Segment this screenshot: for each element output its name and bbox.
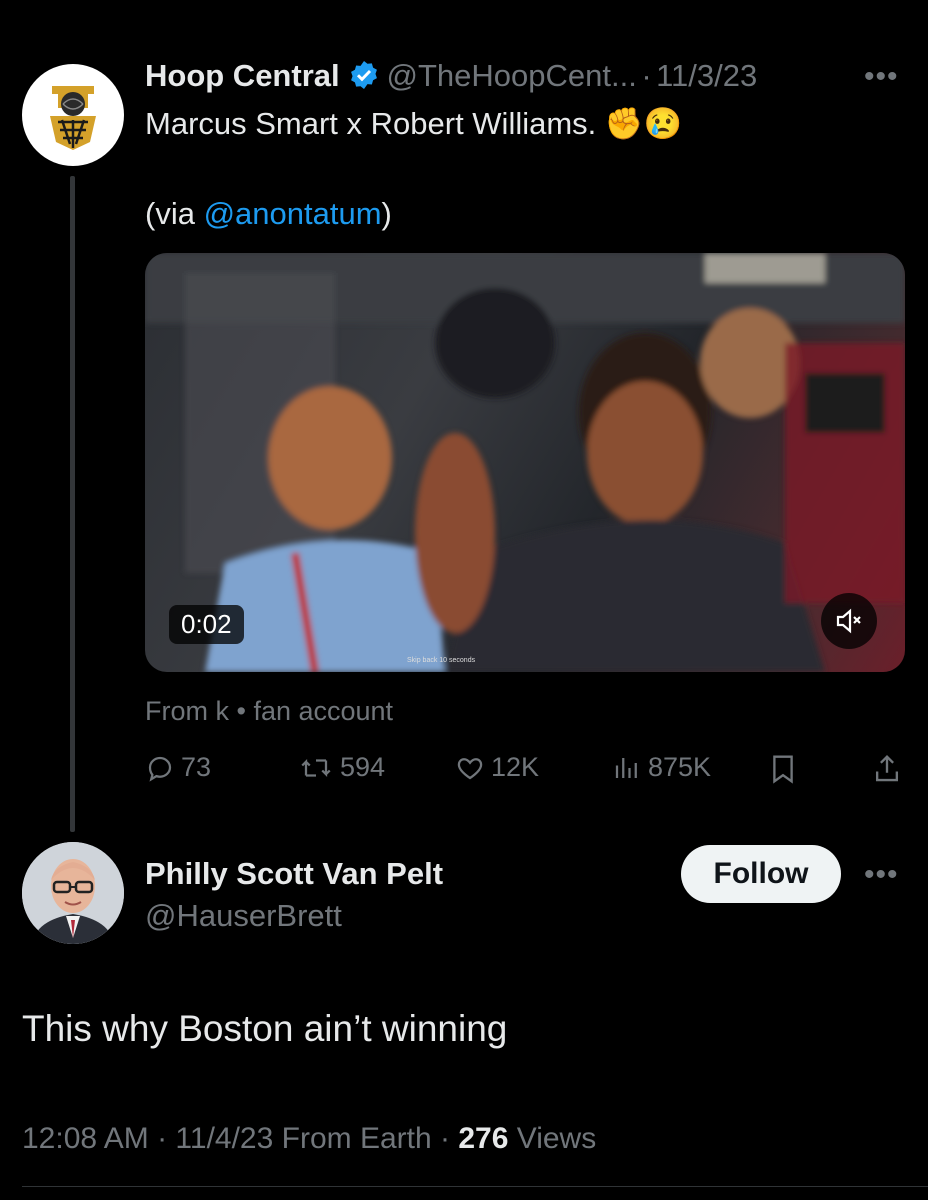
reply-views-label: Views xyxy=(508,1122,597,1155)
video-duration: 0:02 xyxy=(181,609,232,639)
reply-time[interactable]: 12:08 AM xyxy=(22,1122,149,1155)
more-options-icon[interactable]: ••• xyxy=(864,60,899,94)
share-button[interactable] xyxy=(872,753,902,790)
mute-button[interactable] xyxy=(821,593,877,649)
header-separator: · xyxy=(641,58,652,93)
reply-count: 73 xyxy=(181,752,212,782)
speaker-muted-icon xyxy=(836,608,861,634)
video-player[interactable]: 0:02 Skip back 10 seconds xyxy=(145,253,905,672)
heart-icon xyxy=(457,757,483,779)
share-icon xyxy=(875,755,899,782)
tweet-date[interactable]: 11/3/23 xyxy=(656,58,757,93)
views-count: 875K xyxy=(648,752,712,782)
reply-more-options-icon[interactable]: ••• xyxy=(864,858,899,892)
via-mention-link[interactable]: @anontatum xyxy=(204,196,382,231)
reply-author-handle[interactable]: @HauserBrett xyxy=(145,898,342,934)
tweet-text: Marcus Smart x Robert Williams. ✊😢 xyxy=(145,104,682,144)
repost-icon xyxy=(301,758,331,777)
views-action[interactable]: 875K xyxy=(612,752,711,783)
author-handle[interactable]: @TheHoopCent... xyxy=(387,58,637,93)
verified-badge-icon xyxy=(348,59,380,96)
via-suffix: ) xyxy=(381,196,392,231)
reply-action[interactable]: 73 xyxy=(145,752,211,783)
tweet-text-line1: Marcus Smart x Robert Williams. xyxy=(145,106,597,141)
reply-author-name[interactable]: Philly Scott Van Pelt xyxy=(145,856,443,892)
via-prefix: (via xyxy=(145,196,204,231)
hoop-central-logo-icon xyxy=(50,86,96,150)
repost-count: 594 xyxy=(340,752,386,782)
follow-button[interactable]: Follow xyxy=(681,845,841,903)
analytics-icon xyxy=(615,757,637,778)
via-line: (via @anontatum) xyxy=(145,194,392,234)
reply-meta: 12:08 AM · 11/4/23 From Earth · 276 View… xyxy=(22,1122,596,1156)
hoop-central-avatar[interactable] xyxy=(22,64,124,166)
thread-line xyxy=(70,176,75,832)
repost-action[interactable]: 594 xyxy=(298,752,385,783)
author-name[interactable]: Hoop Central xyxy=(145,58,340,93)
like-count: 12K xyxy=(491,752,540,782)
reply-date-source: · 11/4/23 From Earth · xyxy=(148,1122,459,1155)
reply-author-photo xyxy=(22,842,124,944)
video-duration-badge: 0:02 xyxy=(169,605,244,644)
bottom-divider xyxy=(22,1186,928,1187)
video-frame xyxy=(145,253,905,672)
like-action[interactable]: 12K xyxy=(455,752,539,783)
tweet-emoji: ✊😢 xyxy=(604,106,683,141)
reply-text: This why Boston ain’t winning xyxy=(22,1008,508,1049)
bookmark-button[interactable] xyxy=(768,753,798,790)
reply-icon xyxy=(148,756,172,782)
video-source[interactable]: From k • fan account xyxy=(145,696,393,727)
tweet-header: Hoop Central @TheHoopCent... · 11/3/23 xyxy=(145,58,757,96)
reply-views-count: 276 xyxy=(458,1122,509,1155)
bookmark-icon xyxy=(773,755,793,784)
reply-author-avatar[interactable] xyxy=(22,842,124,944)
video-overlay-caption: Skip back 10 seconds xyxy=(407,657,476,664)
